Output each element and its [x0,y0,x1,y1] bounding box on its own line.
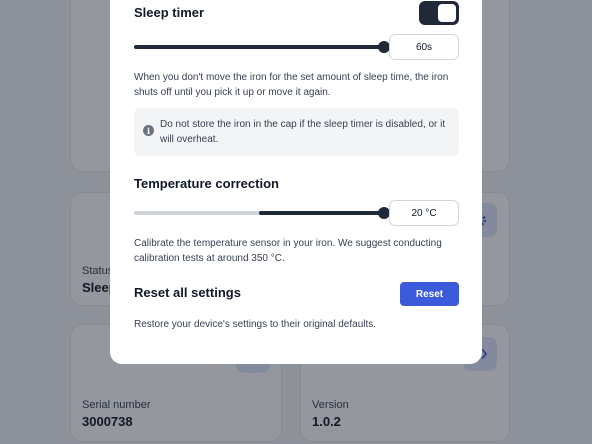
sleep-timer-description: When you don't move the iron for the set… [134,72,449,98]
sleep-timer-value-field[interactable]: 60s [389,34,459,60]
temperature-correction-slider[interactable] [134,207,390,219]
settings-modal: Sleep timer 60s When you don't move the … [110,0,482,364]
sleep-timer-toggle[interactable] [419,1,459,25]
temperature-correction-value-field[interactable]: 20 °C [389,200,459,226]
sleep-timer-notice: i Do not store the iron in the cap if th… [134,108,459,156]
sleep-timer-title: Sleep timer [134,5,205,20]
reset-button[interactable]: Reset [400,282,459,306]
slider-fill [134,45,384,49]
reset-settings-description: Restore your device's settings to their … [134,319,377,330]
toggle-knob [438,4,456,22]
slider-fill [259,211,384,215]
notice-text: Do not store the iron in the cap if the … [160,119,446,145]
info-icon: i [143,125,154,136]
sleep-timer-slider[interactable] [134,41,390,53]
temperature-correction-title: Temperature correction [134,176,279,191]
temperature-correction-description: Calibrate the temperature sensor in your… [134,238,442,264]
reset-settings-title: Reset all settings [134,285,241,300]
